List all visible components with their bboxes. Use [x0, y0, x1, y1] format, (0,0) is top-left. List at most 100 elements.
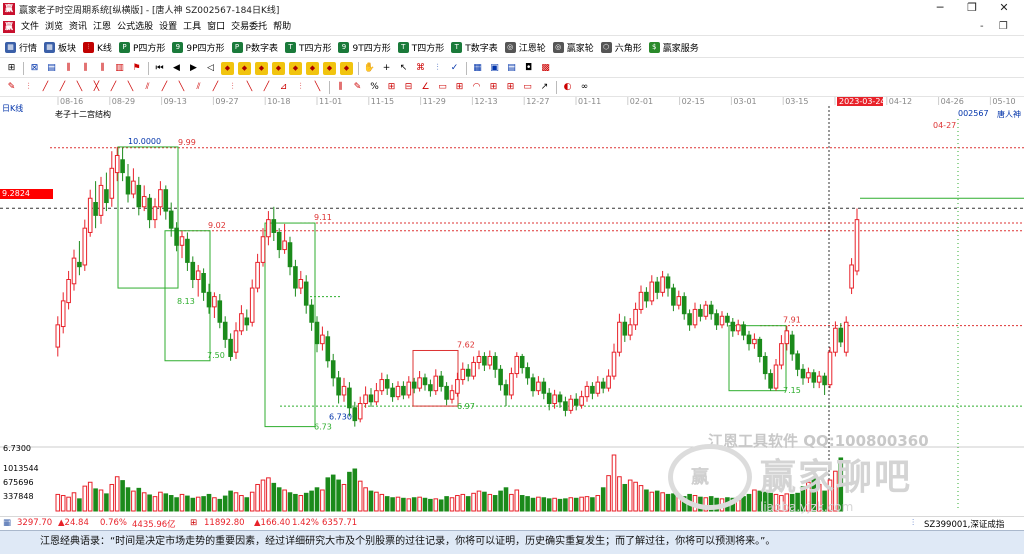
line14-icon[interactable]: ╱ — [260, 81, 273, 94]
hand-icon[interactable]: ✋ — [363, 62, 376, 75]
diamond8-icon[interactable]: ◆ — [340, 61, 353, 75]
chart-icon[interactable]: ⫶ — [912, 518, 914, 528]
line1-icon[interactable]: ╱ — [39, 81, 52, 94]
grid-c-icon[interactable]: ⊞ — [487, 81, 500, 94]
arrow-icon[interactable]: ↖ — [397, 62, 410, 75]
draw-icon[interactable]: ✎ — [5, 81, 18, 94]
menu-item-6[interactable]: 工具 — [180, 18, 204, 36]
minimize-button[interactable]: ─ — [924, 0, 956, 18]
left-icon[interactable]: ◀ — [170, 62, 183, 75]
bars2-icon[interactable]: ⫼ — [79, 62, 92, 75]
diamond3-icon[interactable]: ◆ — [255, 61, 268, 75]
line15-icon[interactable]: ⊿ — [277, 81, 290, 94]
line9-icon[interactable]: ╲ — [175, 81, 188, 94]
line6-icon[interactable]: ╲ — [124, 81, 137, 94]
close-button[interactable]: ✕ — [988, 0, 1020, 18]
line11-icon[interactable]: ╱ — [209, 81, 222, 94]
save-icon[interactable]: ▣ — [488, 62, 501, 75]
diamond5-icon[interactable]: ◆ — [289, 61, 302, 75]
menu-item-3[interactable]: 江恩 — [90, 18, 114, 36]
layout-icon[interactable]: ⊞ — [5, 62, 18, 75]
ruler-icon[interactable]: ⊟ — [402, 81, 415, 94]
volume-bar — [698, 496, 703, 512]
line17-icon[interactable]: ╲ — [311, 81, 324, 94]
line2-icon[interactable]: ╱ — [56, 81, 69, 94]
kline-chart-svg[interactable]: 08-16 08-29 09-13 09-27 10-18 11-01 11-15 11-29… — [0, 97, 1024, 516]
color-icon[interactable]: ◐ — [561, 81, 574, 94]
bars-icon[interactable]: ⫼ — [62, 62, 75, 75]
pen-icon[interactable]: ✎ — [351, 81, 364, 94]
line3-icon[interactable]: ╲ — [73, 81, 86, 94]
candle-icon[interactable]: ▥ — [113, 62, 126, 75]
volume-bar — [374, 491, 379, 512]
diamond7-icon[interactable]: ◆ — [323, 61, 336, 75]
candle2-icon[interactable]: ⫶ — [22, 81, 35, 94]
calc-icon[interactable]: ▦ — [471, 62, 484, 75]
grid-b-icon[interactable]: ⊞ — [453, 81, 466, 94]
line13-icon[interactable]: ╲ — [243, 81, 256, 94]
bar-a-icon[interactable]: ⫼ — [334, 81, 347, 94]
line5-icon[interactable]: ╱ — [107, 81, 120, 94]
grid-a-icon[interactable]: ⊞ — [385, 81, 398, 94]
maximize-button[interactable]: ❐ — [956, 0, 988, 18]
nav-item-4[interactable]: 9 9P四方形 — [172, 41, 225, 54]
menu-item-9[interactable]: 帮助 — [270, 18, 294, 36]
diamond6-icon[interactable]: ◆ — [306, 61, 319, 75]
cross-icon[interactable]: + — [380, 62, 393, 75]
right-icon[interactable]: ▶ — [187, 62, 200, 75]
diamond1-icon[interactable]: ◆ — [221, 61, 234, 75]
percent-icon[interactable]: % — [368, 81, 381, 94]
line16-icon[interactable]: ⫶ — [294, 81, 307, 94]
nav-item-9[interactable]: T T数字表 — [451, 41, 498, 54]
menu-item-2[interactable]: 资讯 — [66, 18, 90, 36]
nav-item-8[interactable]: T T四方形 — [397, 41, 444, 54]
check-icon[interactable]: ✓ — [448, 62, 461, 75]
nav-item-5[interactable]: P P数字表 — [231, 41, 278, 54]
line7-icon[interactable]: ⫽ — [141, 81, 154, 94]
arc-icon[interactable]: ◠ — [470, 81, 483, 94]
nav-item-1[interactable]: ▦ 板块 — [44, 41, 76, 54]
menu-item-7[interactable]: 窗口 — [204, 18, 228, 36]
line4-icon[interactable]: ╳ — [90, 81, 103, 94]
diamond4-icon[interactable]: ◆ — [272, 61, 285, 75]
flag-icon[interactable]: ⚑ — [130, 62, 143, 75]
hat-icon[interactable]: ◘ — [522, 62, 535, 75]
cursor-icon[interactable]: ↗ — [538, 81, 551, 94]
zoom-icon[interactable]: ⊠ — [28, 62, 41, 75]
gift-icon[interactable]: ⌘ — [414, 62, 427, 75]
menu-item-1[interactable]: 浏览 — [42, 18, 66, 36]
nav-item-12[interactable]: ⬡ 六角形 — [600, 41, 642, 54]
box-icon[interactable]: ▭ — [436, 81, 449, 94]
box2-icon[interactable]: ▭ — [521, 81, 534, 94]
menu-item-4[interactable]: 公式选股 — [114, 18, 156, 36]
sz-index-icon[interactable]: ⊞ — [190, 518, 197, 528]
nav-item-6[interactable]: T T四方形 — [284, 41, 331, 54]
nav-item-11[interactable]: ◎ 赢家轮 — [552, 41, 594, 54]
first-icon[interactable]: ⏮ — [153, 62, 166, 75]
nav-item-13[interactable]: $ 赢家服务 — [648, 41, 699, 54]
nav-item-7[interactable]: 9 9T四方形 — [338, 41, 391, 54]
line10-icon[interactable]: ⫽ — [192, 81, 205, 94]
menu-item-8[interactable]: 交易委托 — [228, 18, 270, 36]
nav-item-3[interactable]: P P四方形 — [118, 41, 165, 54]
nav-item-10[interactable]: ◎ 江恩轮 — [504, 41, 546, 54]
diamond2-icon[interactable]: ◆ — [238, 61, 251, 75]
grid-d-icon[interactable]: ⊞ — [504, 81, 517, 94]
kline-icon: ⫶ — [83, 41, 95, 53]
menu-item-5[interactable]: 设置 — [156, 18, 180, 36]
menu-item-0[interactable]: 文件 — [18, 18, 42, 36]
angle-icon[interactable]: ∠ — [419, 81, 432, 94]
kline-chart[interactable]: 08-16 08-29 09-13 09-27 10-18 11-01 11-15 11-29… — [0, 97, 1024, 516]
list-icon[interactable]: ▤ — [45, 62, 58, 75]
nav-item-0[interactable]: ▦ 行情 — [5, 41, 37, 54]
car-icon[interactable]: ▩ — [539, 62, 552, 75]
sh-index-icon[interactable]: ▦ — [3, 518, 11, 528]
line12-icon[interactable]: ⫶ — [226, 81, 239, 94]
play-left-icon[interactable]: ◁ — [204, 62, 217, 75]
panel-icon[interactable]: ▤ — [505, 62, 518, 75]
bars3-icon[interactable]: ⫼ — [96, 62, 109, 75]
nav-item-2[interactable]: ⫶ K线 — [83, 41, 112, 54]
chart1-icon[interactable]: ⫶ — [431, 62, 444, 75]
infinity-icon[interactable]: ∞ — [578, 81, 591, 94]
line8-icon[interactable]: ╱ — [158, 81, 171, 94]
